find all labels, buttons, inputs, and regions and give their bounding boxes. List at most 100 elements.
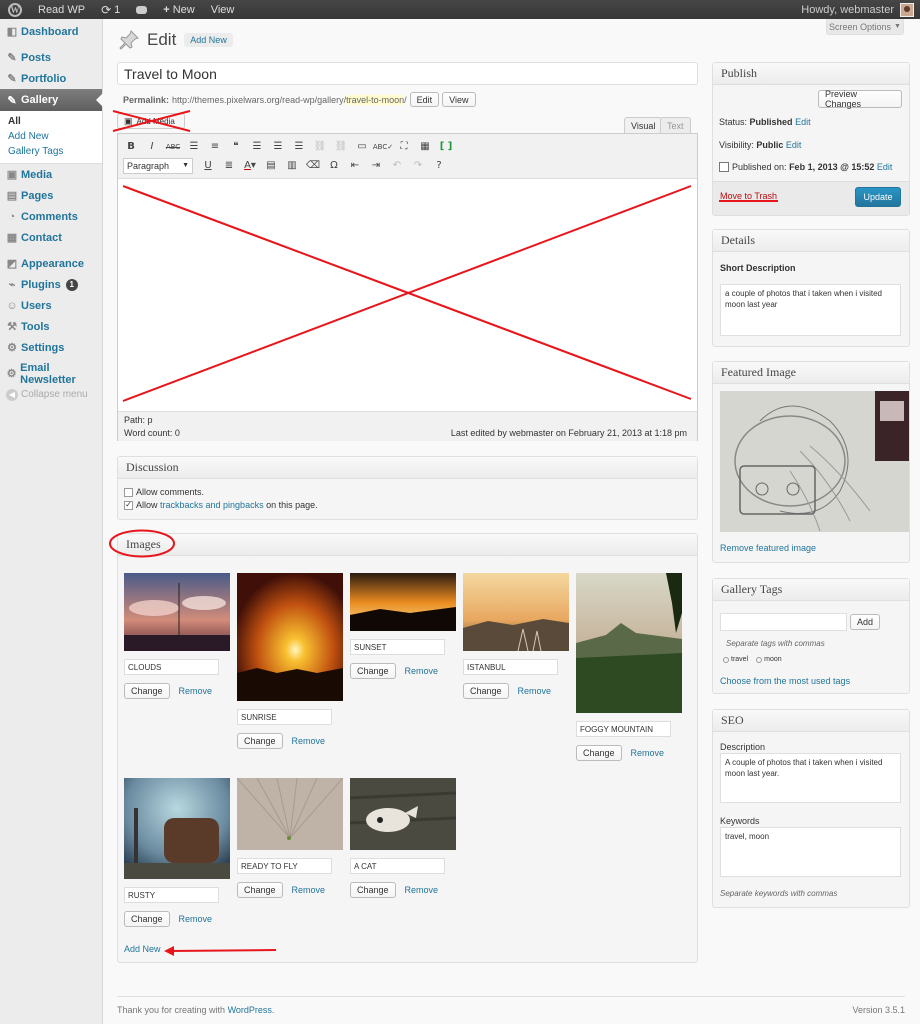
choose-most-used-tags-link[interactable]: Choose from the most used tags xyxy=(720,676,850,686)
image-thumbnail[interactable] xyxy=(124,573,230,651)
seo-keywords-textarea[interactable]: travel, moon xyxy=(720,827,901,877)
change-image-button[interactable]: Change xyxy=(576,745,622,761)
seo-description-textarea[interactable]: A couple of photos that i taken when i v… xyxy=(720,753,901,803)
bold-icon[interactable]: B xyxy=(123,139,139,155)
editor-content-area[interactable] xyxy=(118,179,697,411)
remove-image-link[interactable]: Remove xyxy=(179,686,213,696)
fullscreen-icon[interactable]: ⛶ xyxy=(396,139,412,155)
my-account-link[interactable]: Howdy, webmaster xyxy=(801,2,920,17)
view-post-link[interactable]: View xyxy=(203,0,243,19)
change-image-button[interactable]: Change xyxy=(124,911,170,927)
link-icon[interactable]: ⛓ xyxy=(312,139,328,155)
tab-visual[interactable]: Visual xyxy=(624,117,663,134)
image-caption-input[interactable]: A CAT xyxy=(350,858,445,874)
discussion-title[interactable]: Discussion xyxy=(118,457,697,479)
remove-featured-image-link[interactable]: Remove featured image xyxy=(720,543,816,553)
indent-icon[interactable]: ⇥ xyxy=(368,158,384,174)
submenu-item-all[interactable]: All xyxy=(0,114,102,129)
text-color-icon[interactable]: A ▾ xyxy=(242,158,258,174)
collapse-menu-button[interactable]: ◀ Collapse menu xyxy=(0,384,102,405)
submenu-item-add-new[interactable]: Add New xyxy=(0,129,102,144)
change-image-button[interactable]: Change xyxy=(124,683,170,699)
image-caption-input[interactable]: RUSTY xyxy=(124,887,219,903)
wp-logo-menu[interactable]: W xyxy=(0,0,30,19)
remove-tag-icon[interactable] xyxy=(723,656,729,663)
details-title[interactable]: Details xyxy=(713,230,909,252)
special-character-icon[interactable]: Ω xyxy=(326,158,342,174)
change-image-button[interactable]: Change xyxy=(350,663,396,679)
sidebar-item-plugins[interactable]: ⌁ Plugins 1 xyxy=(0,274,102,295)
paste-word-icon[interactable]: ▥ xyxy=(284,158,300,174)
unlink-icon[interactable]: ⛓ xyxy=(333,139,349,155)
align-center-icon[interactable]: ☰ xyxy=(270,139,286,155)
sidebar-item-gallery[interactable]: ✎ Gallery xyxy=(0,89,103,111)
outdent-icon[interactable]: ⇤ xyxy=(347,158,363,174)
shortcode-icon[interactable]: [ ] xyxy=(438,139,454,155)
submenu-item-gallery-tags[interactable]: Gallery Tags xyxy=(0,144,102,159)
update-button[interactable]: Update xyxy=(855,187,901,207)
sidebar-item-portfolio[interactable]: ✎ Portfolio xyxy=(0,68,102,89)
change-image-button[interactable]: Change xyxy=(350,882,396,898)
sidebar-item-tools[interactable]: ⚒ Tools xyxy=(0,316,102,337)
sidebar-item-users[interactable]: ☺ Users xyxy=(0,295,102,316)
bullet-list-icon[interactable]: ☰ xyxy=(186,139,202,155)
help-icon[interactable]: ? xyxy=(431,158,447,174)
underline-icon[interactable]: U xyxy=(200,158,216,174)
site-name-link[interactable]: Read WP xyxy=(30,0,93,19)
screen-options-button[interactable]: Screen Options ▼ xyxy=(826,19,904,35)
undo-icon[interactable]: ↶ xyxy=(389,158,405,174)
sidebar-item-posts[interactable]: ✎ Posts xyxy=(0,47,102,68)
edit-visibility-link[interactable]: Edit xyxy=(786,140,802,150)
remove-image-link[interactable]: Remove xyxy=(179,914,213,924)
sidebar-item-comments[interactable]: ◔ Comments xyxy=(0,206,102,227)
image-caption-input[interactable]: SUNRISE xyxy=(237,709,332,725)
add-tag-button[interactable]: Add xyxy=(850,614,880,630)
featured-image-title[interactable]: Featured Image xyxy=(713,362,909,384)
change-image-button[interactable]: Change xyxy=(237,882,283,898)
remove-image-link[interactable]: Remove xyxy=(405,666,439,676)
redo-icon[interactable]: ↷ xyxy=(410,158,426,174)
remove-tag-icon[interactable] xyxy=(756,656,763,663)
image-thumbnail[interactable] xyxy=(124,778,230,879)
image-thumbnail[interactable] xyxy=(350,778,456,850)
image-caption-input[interactable]: CLOUDS xyxy=(124,659,219,675)
remove-image-link[interactable]: Remove xyxy=(518,686,552,696)
align-left-icon[interactable]: ☰ xyxy=(249,139,265,155)
image-caption-input[interactable]: ISTANBUL xyxy=(463,659,558,675)
wordpress-link[interactable]: WordPress xyxy=(228,1005,272,1015)
image-caption-input[interactable]: READY TO FLY xyxy=(237,858,332,874)
image-caption-input[interactable]: SUNSET xyxy=(350,639,445,655)
format-select[interactable]: Paragraph ▼ xyxy=(123,157,193,174)
sidebar-item-appearance[interactable]: ◩ Appearance xyxy=(0,253,102,274)
new-tag-input[interactable] xyxy=(720,613,847,631)
blockquote-icon[interactable]: ❝ xyxy=(228,139,244,155)
edit-date-link[interactable]: Edit xyxy=(877,162,893,172)
more-tag-icon[interactable]: ▭ xyxy=(354,139,370,155)
italic-icon[interactable]: I xyxy=(144,139,160,155)
sidebar-item-media[interactable]: ▣ Media xyxy=(0,164,102,185)
kitchen-sink-icon[interactable]: ▦ xyxy=(417,139,433,155)
sidebar-item-dashboard[interactable]: ◧ Dashboard xyxy=(0,21,102,42)
image-thumbnail[interactable] xyxy=(576,573,682,713)
edit-permalink-button[interactable]: Edit xyxy=(409,92,440,107)
image-caption-input[interactable]: FOGGY MOUNTAIN xyxy=(576,721,671,737)
seo-title[interactable]: SEO xyxy=(713,710,909,732)
justify-icon[interactable]: ≣ xyxy=(221,158,237,174)
align-right-icon[interactable]: ☰ xyxy=(291,139,307,155)
sidebar-item-settings[interactable]: ⚙ Settings xyxy=(0,337,102,358)
post-title-input[interactable]: Travel to Moon xyxy=(117,62,698,85)
allow-comments-checkbox[interactable] xyxy=(124,487,133,497)
comments-link[interactable] xyxy=(128,0,155,19)
publish-title[interactable]: Publish xyxy=(713,63,909,85)
remove-image-link[interactable]: Remove xyxy=(631,748,665,758)
allow-pings-checkbox[interactable]: ✓ xyxy=(124,500,133,510)
paste-text-icon[interactable]: ▤ xyxy=(263,158,279,174)
short-description-textarea[interactable]: a couple of photos that i taken when i v… xyxy=(720,284,901,336)
numbered-list-icon[interactable]: ≡ xyxy=(207,139,223,155)
image-thumbnail[interactable] xyxy=(350,573,456,631)
image-thumbnail[interactable] xyxy=(237,778,343,850)
images-title[interactable]: Images xyxy=(118,534,697,556)
change-image-button[interactable]: Change xyxy=(463,683,509,699)
remove-image-link[interactable]: Remove xyxy=(292,736,326,746)
sidebar-item-contact[interactable]: ▦ Contact xyxy=(0,227,102,248)
